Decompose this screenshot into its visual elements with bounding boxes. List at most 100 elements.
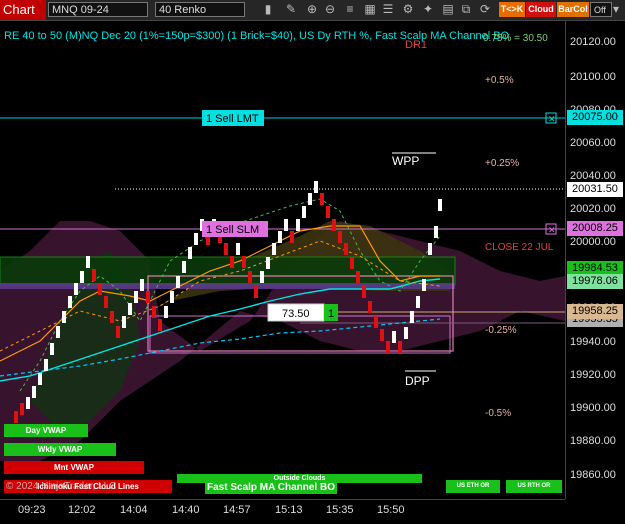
up-brick xyxy=(56,326,60,338)
price-tag-cyan: 19978.06 xyxy=(567,274,623,289)
up-brick xyxy=(296,219,300,231)
price-axis-label: 19920.00 xyxy=(570,369,616,381)
up-brick xyxy=(188,247,192,259)
time-axis-label: 14:04 xyxy=(120,504,148,516)
up-brick xyxy=(194,233,198,245)
toggle-selector[interactable]: Off xyxy=(590,2,612,17)
up-brick xyxy=(260,271,264,283)
price-axis-label: 20100.00 xyxy=(570,71,616,83)
down-brick xyxy=(344,243,348,255)
link-icon[interactable]: ⧉ xyxy=(458,2,474,17)
time-axis-label: 09:23 xyxy=(18,504,46,516)
time-axis-label: 15:50 xyxy=(377,504,405,516)
down-brick xyxy=(350,257,354,269)
down-brick xyxy=(398,341,402,353)
down-brick xyxy=(332,219,336,231)
down-brick xyxy=(380,329,384,341)
price-tag-sell-lmt: 20075.00 xyxy=(567,110,623,125)
properties-icon[interactable]: ≡ xyxy=(342,2,358,17)
toggle-value: Off xyxy=(594,5,606,15)
up-brick xyxy=(128,303,132,315)
up-brick xyxy=(428,243,432,255)
up-brick xyxy=(62,311,66,323)
layout-icon[interactable]: ▦ xyxy=(362,2,378,17)
sell-slm-x: ✕ xyxy=(548,225,556,235)
strategy-icon[interactable]: ☰ xyxy=(380,2,396,17)
up-brick xyxy=(134,291,138,303)
up-brick xyxy=(434,226,438,238)
price-axis-label: 19900.00 xyxy=(570,402,616,414)
sell-slm-label: 1 Sell SLM xyxy=(206,224,259,236)
level-plus025: +0.25% xyxy=(485,158,520,169)
up-brick xyxy=(86,256,90,268)
day-vwap-button[interactable]: Day VWAP xyxy=(4,424,88,437)
bar-type-value: 40 Renko xyxy=(159,4,207,16)
cloud-button[interactable]: Cloud xyxy=(526,2,556,17)
price-axis-label: 19880.00 xyxy=(570,435,616,447)
down-brick xyxy=(158,319,162,331)
drawing-tools-icon[interactable]: ✦ xyxy=(420,2,436,17)
up-brick xyxy=(284,219,288,231)
price-axis[interactable]: 20120.0020100.0020080.0020060.0020040.00… xyxy=(565,21,625,499)
barcol-button[interactable]: BarCol xyxy=(557,2,589,17)
refresh-icon[interactable]: ⟳ xyxy=(477,2,493,17)
bar-type-selector[interactable]: 40 Renko xyxy=(155,2,245,17)
indicator-icon[interactable]: ⚙ xyxy=(400,2,416,17)
green-zone xyxy=(0,256,456,286)
mnt-vwap-button[interactable]: Mnt VWAP xyxy=(4,461,144,474)
down-brick xyxy=(326,206,330,218)
down-brick xyxy=(230,256,234,268)
price-tag-sell-slm: 20008.25 xyxy=(567,221,623,236)
level-plus05: +0.5% xyxy=(485,75,514,86)
sell-lmt-x: ✕ xyxy=(548,114,556,124)
price-axis-label: 20040.00 xyxy=(570,170,616,182)
down-brick xyxy=(386,341,390,353)
time-axis-label: 12:02 xyxy=(68,504,96,516)
price-axis-label: 19860.00 xyxy=(570,469,616,481)
down-brick xyxy=(290,231,294,243)
down-brick xyxy=(92,269,96,281)
up-brick xyxy=(302,206,306,218)
chevron-down-icon[interactable]: ▾ xyxy=(610,2,622,17)
up-brick xyxy=(140,279,144,291)
time-axis[interactable]: 09:23 12:02 14:04 14:40 14:57 15:13 15:35 15:50 xyxy=(0,499,565,524)
up-brick xyxy=(80,271,84,283)
up-brick xyxy=(308,193,312,205)
bar-chart-icon[interactable]: ▮ xyxy=(260,2,276,17)
us-rth-button[interactable]: US RTH OR xyxy=(506,480,562,493)
up-brick xyxy=(182,261,186,273)
level-dr1: DR1 xyxy=(405,39,428,51)
up-brick xyxy=(122,316,126,328)
time-axis-label: 14:40 xyxy=(172,504,200,516)
level-dpp: DPP xyxy=(405,374,430,388)
chart-label[interactable]: Chart xyxy=(0,0,46,20)
up-brick xyxy=(272,243,276,255)
price-tag-last: 20031.50 xyxy=(567,182,623,197)
time-axis-label: 15:13 xyxy=(275,504,303,516)
zoom-out-icon[interactable]: ⊖ xyxy=(322,2,338,17)
level-wpp: WPP xyxy=(392,154,420,168)
us-eth-button[interactable]: US ETH OR xyxy=(446,480,500,493)
instrument-selector[interactable]: MNQ 09-24 xyxy=(48,2,148,17)
down-brick xyxy=(110,311,114,323)
pencil-icon[interactable]: ✎ xyxy=(283,2,299,17)
up-brick xyxy=(68,296,72,308)
level-minus025: -0.25% xyxy=(485,325,517,336)
wkly-vwap-button[interactable]: Wkly VWAP xyxy=(4,443,116,456)
fast-scalp-button[interactable]: Fast Scalp MA Channel BO xyxy=(205,481,337,494)
price-axis-label: 19940.00 xyxy=(570,336,616,348)
zoom-icon[interactable]: ⊕ xyxy=(304,2,320,17)
up-brick xyxy=(44,359,48,371)
time-axis-label: 15:35 xyxy=(326,504,354,516)
tk-button[interactable]: T<>K xyxy=(499,2,525,17)
up-brick xyxy=(170,291,174,303)
toolbar: Chart MNQ 09-24 40 Renko ▮ ✎ ⊕ ⊖ ≡ ▦ ☰ ⚙… xyxy=(0,0,625,21)
up-brick xyxy=(314,181,318,193)
up-brick xyxy=(266,257,270,269)
up-brick xyxy=(32,386,36,398)
save-icon[interactable]: ▤ xyxy=(440,2,456,17)
up-brick xyxy=(404,327,408,339)
up-brick xyxy=(176,276,180,288)
down-brick xyxy=(320,193,324,205)
price-axis-label: 20000.00 xyxy=(570,236,616,248)
